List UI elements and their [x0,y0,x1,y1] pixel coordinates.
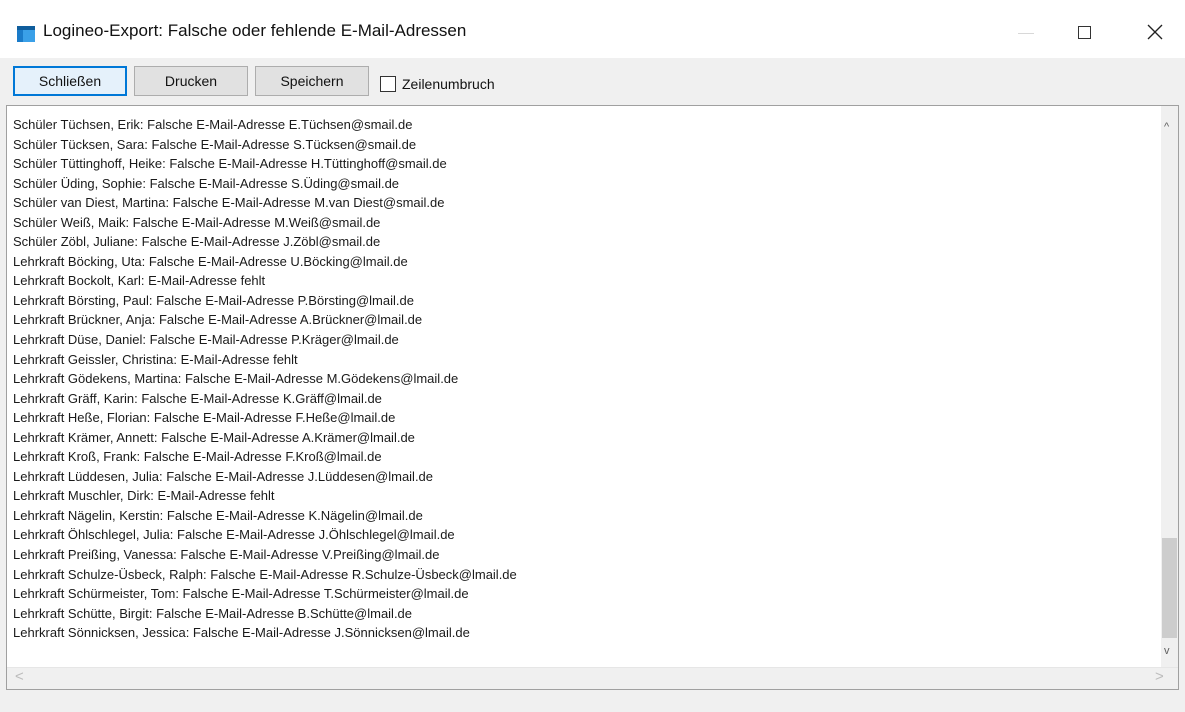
vertical-scroll-thumb[interactable] [1162,538,1177,638]
report-line: Lehrkraft Gödekens, Martina: Falsche E-M… [13,371,459,387]
report-line: Lehrkraft Schulze-Üsbeck, Ralph: Falsche… [13,566,517,582]
close-button[interactable]: Schließen [13,66,127,96]
close-window-button[interactable] [1135,14,1175,50]
report-line: Lehrkraft Nägelin, Kerstin: Falsche E-Ma… [13,507,423,523]
report-text-area[interactable]: Schüler Tüchsen, Erik: Falsche E-Mail-Ad… [6,105,1179,690]
report-line: Lehrkraft Düse, Daniel: Falsche E-Mail-A… [13,332,399,348]
line-wrap-checkbox[interactable] [380,76,396,92]
status-bar [0,690,1185,712]
report-line: Lehrkraft Öhlschlegel, Julia: Falsche E-… [13,527,455,543]
minimize-button[interactable] [1010,14,1042,50]
report-line: Lehrkraft Brückner, Anja: Falsche E-Mail… [13,312,423,328]
report-line: Lehrkraft Kroß, Frank: Falsche E-Mail-Ad… [13,449,382,465]
report-line: Lehrkraft Heße, Florian: Falsche E-Mail-… [13,410,396,426]
report-line: Lehrkraft Krämer, Annett: Falsche E-Mail… [13,429,415,445]
scroll-down-arrow-icon[interactable]: v [1164,646,1170,657]
horizontal-scrollbar[interactable]: < > [7,667,1178,689]
report-line: Lehrkraft Gräff, Karin: Falsche E-Mail-A… [13,390,382,406]
report-line: Lehrkraft Schütte, Birgit: Falsche E-Mai… [13,605,413,621]
scroll-right-arrow-icon[interactable]: > [1155,669,1164,684]
report-line: Lehrkraft Sönnicksen, Jessica: Falsche E… [13,625,470,641]
export-dialog-window: Logineo-Export: Falsche oder fehlende E-… [0,0,1185,712]
print-button[interactable]: Drucken [134,66,248,96]
report-line: Lehrkraft Schürmeister, Tom: Falsche E-M… [13,586,469,602]
report-line: Schüler van Diest, Martina: Falsche E-Ma… [13,195,445,211]
vertical-scrollbar[interactable]: ^ v [1161,106,1178,668]
window-title: Logineo-Export: Falsche oder fehlende E-… [43,21,467,40]
report-line: Lehrkraft Lüddesen, Julia: Falsche E-Mai… [13,468,434,484]
report-line: Schüler Tüttinghoff, Heike: Falsche E-Ma… [13,156,447,172]
report-lines: Schüler Tüchsen, Erik: Falsche E-Mail-Ad… [13,115,517,643]
title-bar[interactable]: Logineo-Export: Falsche oder fehlende E-… [0,0,1185,58]
report-line: Schüler Üding, Sophie: Falsche E-Mail-Ad… [13,175,400,191]
report-line: Lehrkraft Böcking, Uta: Falsche E-Mail-A… [13,253,408,269]
report-line: Schüler Zöbl, Juliane: Falsche E-Mail-Ad… [13,234,381,250]
report-line: Lehrkraft Geissler, Christina: E-Mail-Ad… [13,351,298,367]
application-icon [17,24,35,42]
scroll-up-arrow-icon[interactable]: ^ [1164,122,1169,133]
scroll-left-arrow-icon[interactable]: < [15,669,24,684]
report-line: Lehrkraft Muschler, Dirk: E-Mail-Adresse… [13,488,275,504]
line-wrap-label: Zeilenumbruch [402,76,495,92]
save-button[interactable]: Speichern [255,66,369,96]
report-line: Schüler Tücksen, Sara: Falsche E-Mail-Ad… [13,136,417,152]
report-line: Lehrkraft Preißing, Vanessa: Falsche E-M… [13,547,440,563]
close-icon [1147,24,1163,40]
report-line: Schüler Weiß, Maik: Falsche E-Mail-Adres… [13,214,381,230]
report-line: Lehrkraft Bockolt, Karl: E-Mail-Adresse … [13,273,266,289]
maximize-button[interactable] [1068,14,1104,50]
report-line: Schüler Tüchsen, Erik: Falsche E-Mail-Ad… [13,117,413,132]
report-line: Lehrkraft Börsting, Paul: Falsche E-Mail… [13,292,414,308]
toolbar: Schließen Drucken Speichern Zeilenumbruc… [0,58,1185,104]
